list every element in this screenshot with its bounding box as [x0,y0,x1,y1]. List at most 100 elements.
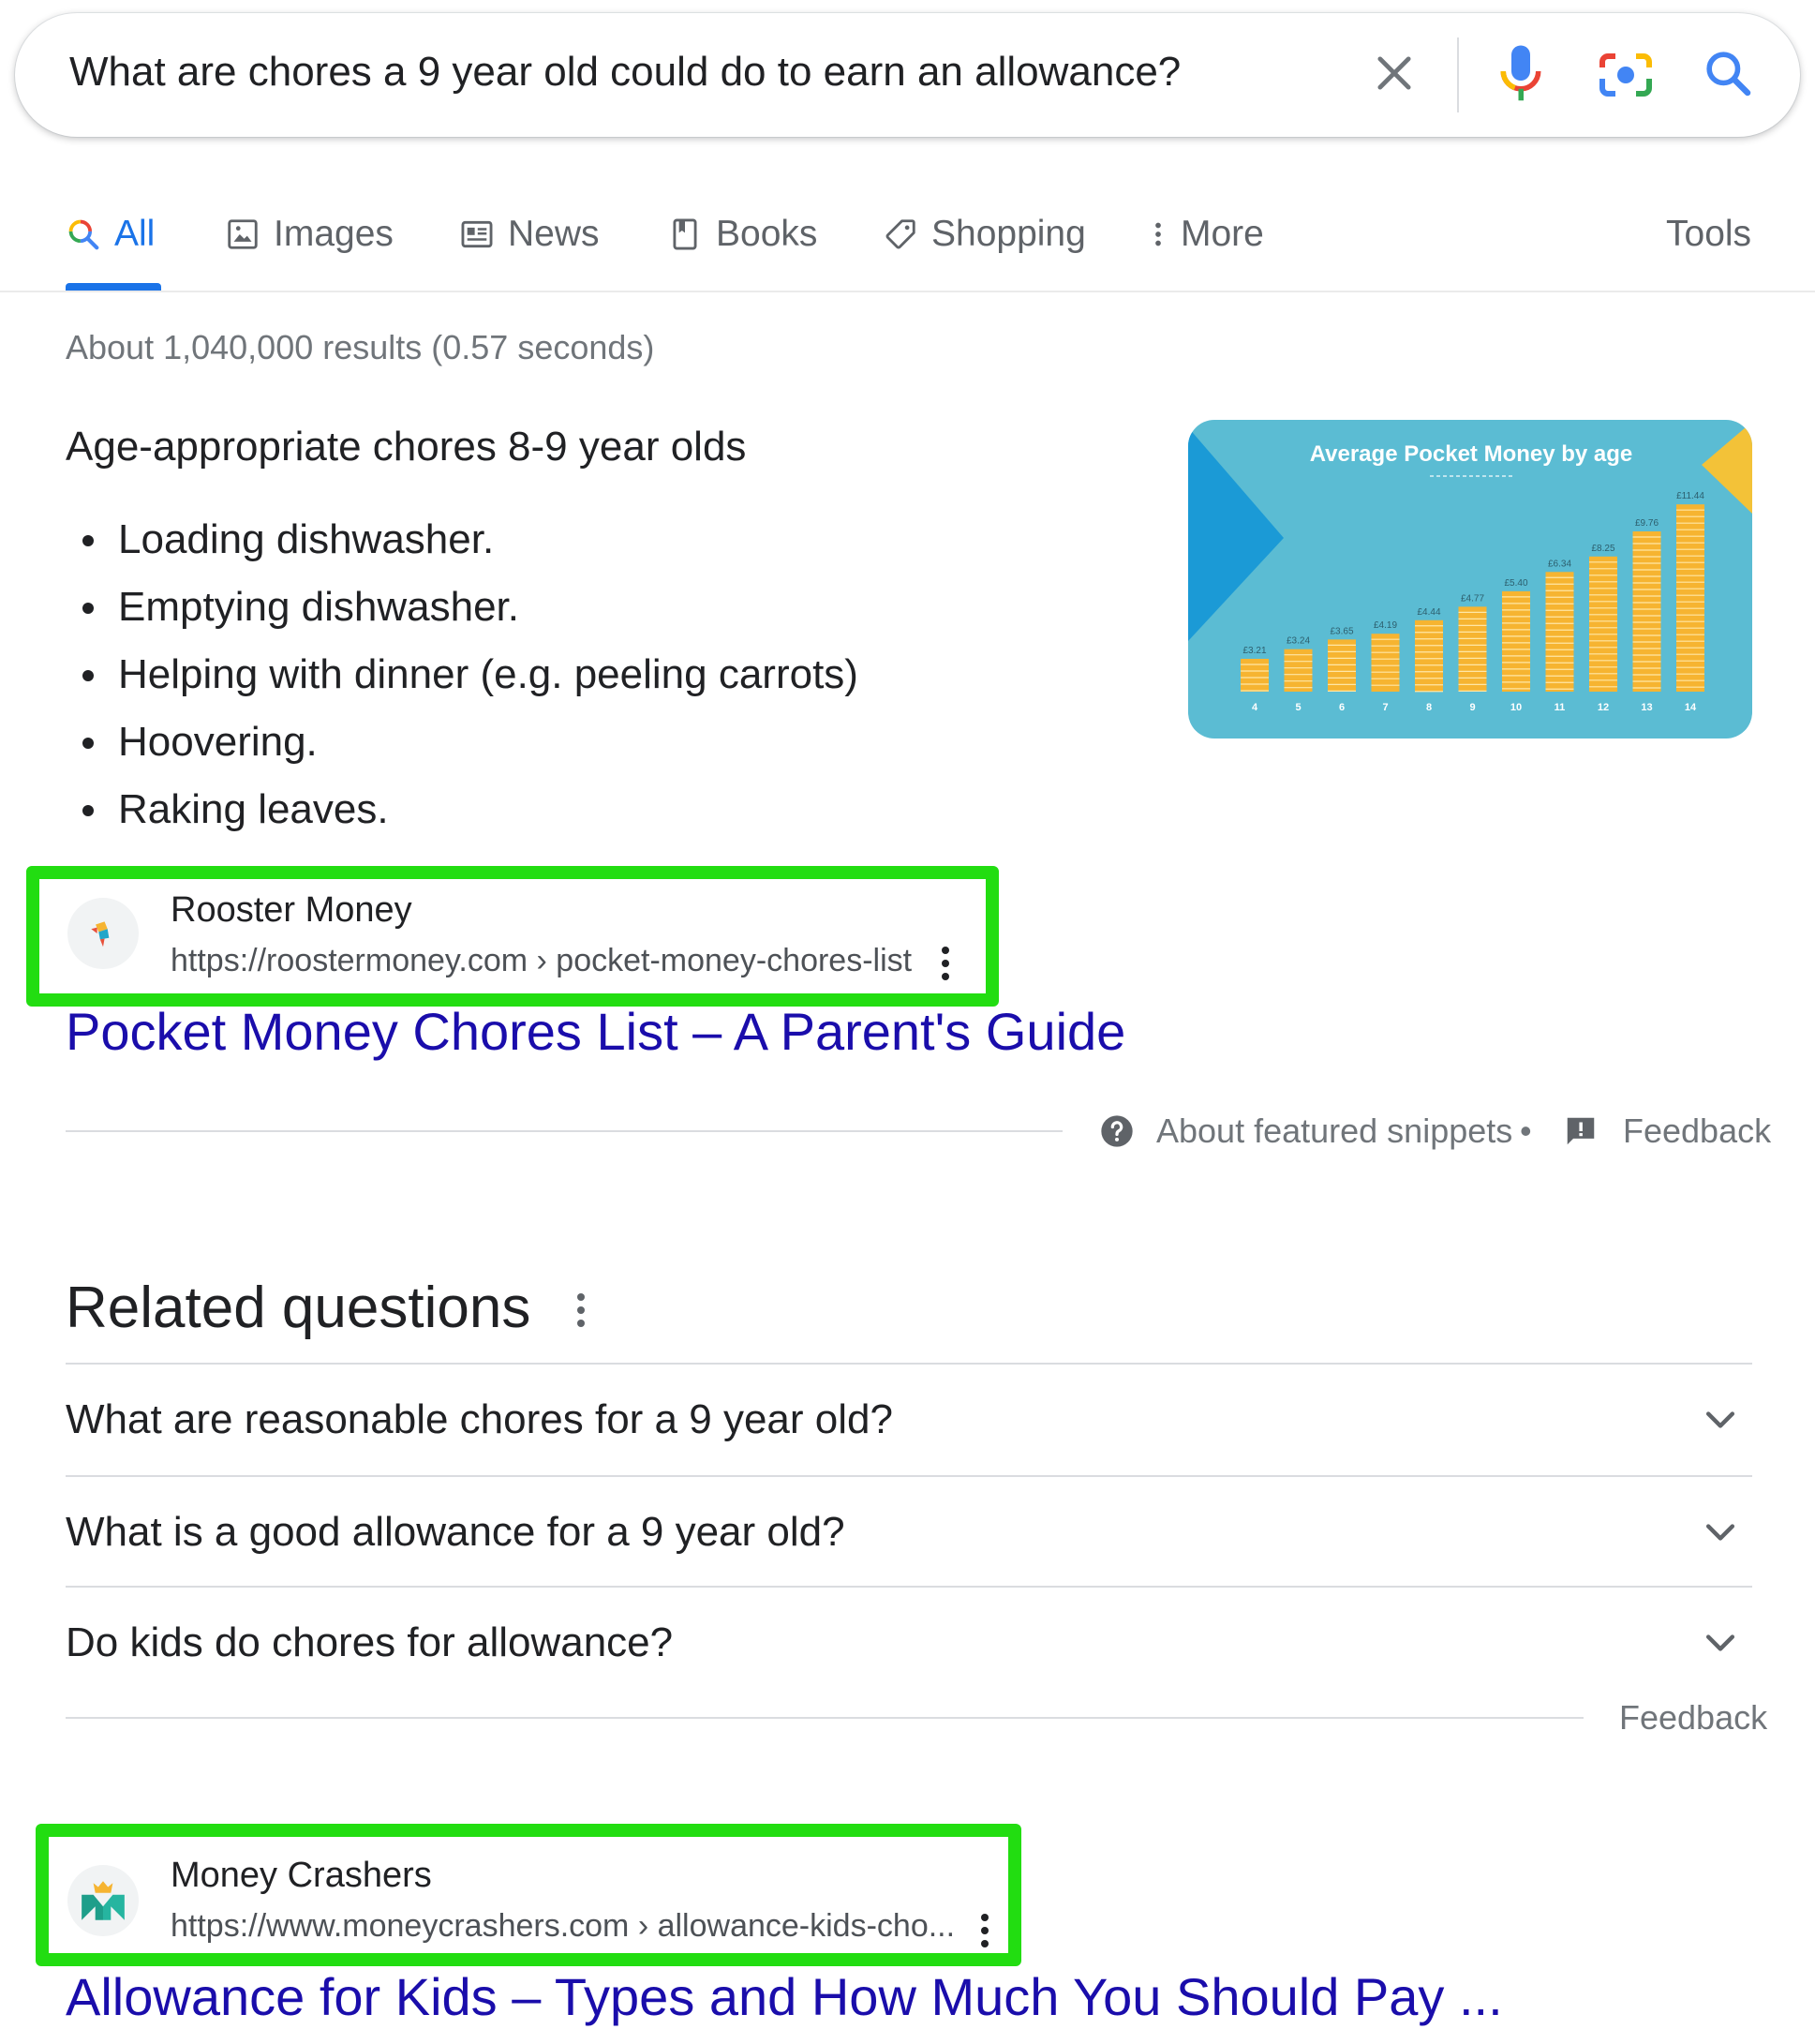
rooster-icon [91,921,110,947]
feedback-icon [1567,1117,1595,1145]
question-text: Do kids do chores for allowance? [66,1619,674,1665]
close-icon[interactable] [1370,49,1419,97]
tab-images[interactable]: Images [225,208,394,261]
coin-stack-bar [1328,639,1356,692]
coin-stack-bar [1545,572,1574,692]
search-bar-divider [1457,37,1459,112]
age-label: 12 [1598,702,1609,713]
age-label: 8 [1426,702,1432,713]
source-name[interactable]: Money Crashers [171,1856,432,1896]
tab-books[interactable]: Books [667,208,817,261]
corner-decoration [1702,422,1752,514]
age-label: 7 [1382,702,1388,713]
source-url[interactable]: https://www.moneycrashers.com › allowanc… [171,1908,955,1945]
help-icon [1101,1115,1133,1147]
tabs-divider [0,291,1815,292]
active-tab-indicator [66,283,161,291]
tab-label: All [114,214,156,254]
list-item: Emptying dishwasher. [82,574,858,641]
age-label: 11 [1555,702,1566,713]
result-menu-icon[interactable] [940,945,951,982]
chevron-down-icon [1705,1634,1735,1651]
coin-stack-bar [1415,619,1443,692]
money-crashers-logo-icon [82,1881,125,1920]
bar-value-label: £3.24 [1287,636,1310,647]
tab-label: More [1181,214,1264,254]
bar-value-label: £11.44 [1676,491,1704,501]
chevron-down-icon [1705,1411,1735,1428]
vertical-dots-icon [1155,222,1161,246]
coin-stack-bar [1632,531,1661,692]
tag-icon [885,219,915,249]
result-stats: About 1,040,000 results (0.57 seconds) [66,328,655,366]
snippet-heading: Age-appropriate chores 8-9 year olds [66,424,747,470]
about-snippets-label: About featured snippets [1156,1112,1513,1150]
bar-value-label: £5.40 [1504,578,1527,589]
related-question[interactable]: What are reasonable chores for a 9 year … [66,1365,1752,1475]
microphone-icon[interactable] [1497,43,1544,109]
bar-value-label: £3.21 [1242,646,1266,656]
question-text: What is a good allowance for a 9 year ol… [66,1509,845,1555]
feedback-label: Feedback [1623,1112,1772,1150]
camera-lens-icon[interactable] [1597,49,1655,101]
snippet-list: Loading dishwasher. Emptying dishwasher.… [82,506,858,843]
age-label: 10 [1510,702,1522,713]
image-icon [228,219,258,249]
tab-news[interactable]: News [459,208,600,261]
tab-shopping[interactable]: Shopping [883,208,1086,261]
bar-value-label: £6.34 [1548,559,1571,569]
age-label: 5 [1295,702,1301,713]
coin-stack-bar [1241,658,1269,692]
bar-value-label: £9.76 [1635,518,1659,529]
source-url[interactable]: https://roostermoney.com › pocket-money-… [171,943,912,979]
tab-label: Images [274,214,394,254]
coin-stack-bar [1284,649,1313,692]
tab-all[interactable]: All [66,208,155,261]
bar-value-label: £8.25 [1591,544,1614,554]
list-item: Hoovering. [82,709,858,776]
tab-label: News [508,214,600,254]
result-title-link[interactable]: Pocket Money Chores List – A Parent's Gu… [66,1001,1125,1062]
age-label: 4 [1252,702,1258,713]
age-label: 9 [1469,702,1475,713]
search-icon [68,219,99,250]
about-snippets-link[interactable]: About featured snippets [1098,1112,1512,1151]
coin-stack-bar [1502,590,1530,692]
result-menu-icon[interactable] [979,1912,990,1949]
coin-stack-bar [1676,504,1704,692]
bar-value-label: £4.77 [1461,593,1484,604]
age-label: 14 [1685,702,1697,713]
tab-label: Shopping [931,214,1086,254]
tab-label: Books [716,214,818,254]
age-label: 6 [1339,702,1345,713]
related-questions-menu-icon[interactable] [575,1291,587,1329]
thumbnail-title: Average Pocket Money by age [1310,441,1633,467]
age-label: 13 [1641,702,1652,713]
list-item: Raking leaves. [82,776,858,843]
list-item: Helping with dinner (e.g. peeling carrot… [82,641,858,709]
related-question[interactable]: Do kids do chores for allowance? [66,1588,1752,1698]
coin-stack-bar [1371,634,1400,692]
highlight-box [26,866,999,1007]
footer-separator: • [1520,1112,1532,1150]
search-input[interactable]: What are chores a 9 year old could do to… [69,49,1181,96]
related-question[interactable]: What is a good allowance for a 9 year ol… [66,1477,1752,1588]
bar-value-label: £4.19 [1374,620,1397,631]
result-title-link[interactable]: Allowance for Kids – Types and How Much … [66,1966,1503,2027]
arrow-decoration [1188,427,1284,641]
tools-button[interactable]: Tools [1666,208,1751,261]
tab-more[interactable]: More [1149,208,1264,261]
newspaper-icon [461,220,493,248]
list-item: Loading dishwasher. [82,506,858,574]
snippet-thumbnail[interactable]: Average Pocket Money by age £3.21 4 £3.24 5… [1188,420,1752,739]
book-icon [673,218,697,250]
snippet-feedback-link[interactable]: Feedback [1563,1112,1771,1151]
bar-value-label: £3.65 [1330,626,1353,636]
pocket-money-infographic: Average Pocket Money by age £3.21 4 £3.24 5… [1188,422,1752,713]
coin-stack-bar [1589,556,1617,692]
source-name[interactable]: Rooster Money [171,890,412,931]
related-feedback-link[interactable]: Feedback [1619,1698,1767,1738]
search-icon[interactable] [1702,47,1754,99]
related-questions-heading: Related questions [66,1276,531,1340]
bar-value-label: £4.44 [1417,607,1440,618]
